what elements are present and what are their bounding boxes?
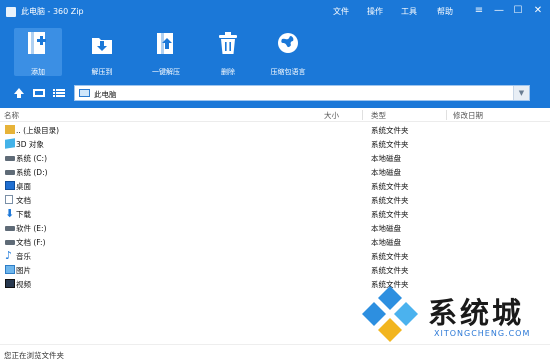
3d-objects-icon [5,138,15,149]
drive-icon [5,156,15,161]
file-name: 视频 [16,280,31,289]
add-button[interactable]: 添加 [14,28,62,76]
file-name: 桌面 [16,182,31,191]
file-name: .. (上级目录) [16,126,60,135]
document-icon [5,195,13,204]
globe-icon [278,33,298,53]
file-type: 本地磁盘 [371,238,401,247]
column-size[interactable]: 大小 [324,110,339,121]
file-type: 系统文件夹 [371,210,409,219]
watermark-text: 系统城 [428,296,525,330]
list-item[interactable]: 系统 (D:) 本地磁盘 [0,165,550,179]
list-item[interactable]: 文档 (F:) 本地磁盘 [0,235,550,249]
file-name: 文档 (F:) [16,238,46,247]
watermark: 系统城 XITONGCHENG.COM [358,282,548,352]
toolbar: 添加 解压到 一键解压 删除 压缩包语言 [0,24,550,80]
column-type[interactable]: 类型 [371,110,386,121]
music-icon: ♪ [5,249,13,262]
one-click-extract-button[interactable]: 一键解压 [142,28,190,76]
file-type: 系统文件夹 [371,140,409,149]
desktop-icon [5,181,15,190]
hamburger-menu-icon[interactable]: ≡ [470,3,488,19]
status-text: 您正在浏览文件夹 [4,351,64,360]
pictures-icon [5,265,15,274]
file-name: 音乐 [16,252,31,261]
address-row: 此电脑 ▼ [0,82,550,104]
menu-tools[interactable]: 工具 [401,6,417,17]
status-bar: 您正在浏览文件夹 [0,344,550,363]
drive-icon [5,170,15,175]
title-bar: 此电脑 - 360 Zip 文件 操作 工具 帮助 ≡ — ☐ ✕ [0,0,550,24]
menu-operation[interactable]: 操作 [367,6,383,17]
add-label: 添加 [31,68,45,76]
drive-icon [5,226,15,231]
window-chrome: 此电脑 - 360 Zip 文件 操作 工具 帮助 ≡ — ☐ ✕ 添加 解压到 [0,0,550,108]
column-divider [446,110,447,120]
delete-label: 删除 [221,68,235,76]
list-item[interactable]: 图片 系统文件夹 [0,263,550,277]
file-name: 软件 (E:) [16,224,47,233]
archive-language-button[interactable]: 压缩包语言 [264,28,312,76]
file-type: 本地磁盘 [371,168,401,177]
list-item[interactable]: ♪ 音乐 系统文件夹 [0,249,550,263]
file-type: 系统文件夹 [371,126,409,135]
download-icon: ⬇ [5,207,15,220]
address-bar[interactable]: 此电脑 ▼ [74,85,530,101]
trash-icon [219,32,237,54]
delete-button[interactable]: 删除 [204,28,252,76]
menu-file[interactable]: 文件 [333,6,349,17]
list-item[interactable]: 桌面 系统文件夹 [0,179,550,193]
address-dropdown-icon[interactable]: ▼ [513,86,529,100]
list-item[interactable]: 文档 系统文件夹 [0,193,550,207]
extract-to-icon [92,38,112,54]
list-item[interactable]: ⬇ 下载 系统文件夹 [0,207,550,221]
column-modified[interactable]: 修改日期 [453,110,483,121]
file-type: 系统文件夹 [371,182,409,191]
up-arrow-icon[interactable] [12,86,26,100]
one-click-extract-icon [157,33,173,54]
file-name: 下载 [16,210,31,219]
file-name: 文档 [16,196,31,205]
app-icon [6,7,16,17]
window-title: 此电脑 - 360 Zip [21,7,84,16]
list-item[interactable]: 软件 (E:) 本地磁盘 [0,221,550,235]
xitongcheng-logo-icon [362,286,418,342]
video-icon [5,279,15,288]
list-item[interactable]: 3D 对象 系统文件夹 [0,137,550,151]
list-item[interactable]: .. (上级目录) 系统文件夹 [0,123,550,137]
drive-icon [5,240,15,245]
one-click-extract-label: 一键解压 [152,68,180,76]
column-header: 名称 大小 类型 修改日期 [0,108,550,122]
add-icon [28,32,46,54]
file-type: 本地磁盘 [371,154,401,163]
menu-help[interactable]: 帮助 [437,6,453,17]
file-name: 图片 [16,266,31,275]
file-name: 系统 (D:) [16,168,48,177]
close-button[interactable]: ✕ [529,3,547,19]
column-divider [362,110,363,120]
view-thumbnail-icon[interactable] [32,86,46,100]
maximize-button[interactable]: ☐ [509,3,527,19]
view-list-icon[interactable] [52,86,66,100]
archive-language-label: 压缩包语言 [270,68,306,76]
file-type: 系统文件夹 [371,266,409,275]
file-type: 系统文件夹 [371,196,409,205]
extract-to-button[interactable]: 解压到 [78,28,126,76]
file-type: 系统文件夹 [371,252,409,261]
file-type: 本地磁盘 [371,224,401,233]
minimize-button[interactable]: — [490,3,508,19]
file-name: 3D 对象 [16,140,44,149]
extract-to-label: 解压到 [91,68,113,76]
file-name: 系统 (C:) [16,154,47,163]
computer-icon [79,89,90,97]
watermark-subtext: XITONGCHENG.COM [434,329,531,338]
up-folder-icon [5,125,15,134]
list-item[interactable]: 系统 (C:) 本地磁盘 [0,151,550,165]
column-name[interactable]: 名称 [4,110,19,121]
address-path: 此电脑 [94,90,117,99]
